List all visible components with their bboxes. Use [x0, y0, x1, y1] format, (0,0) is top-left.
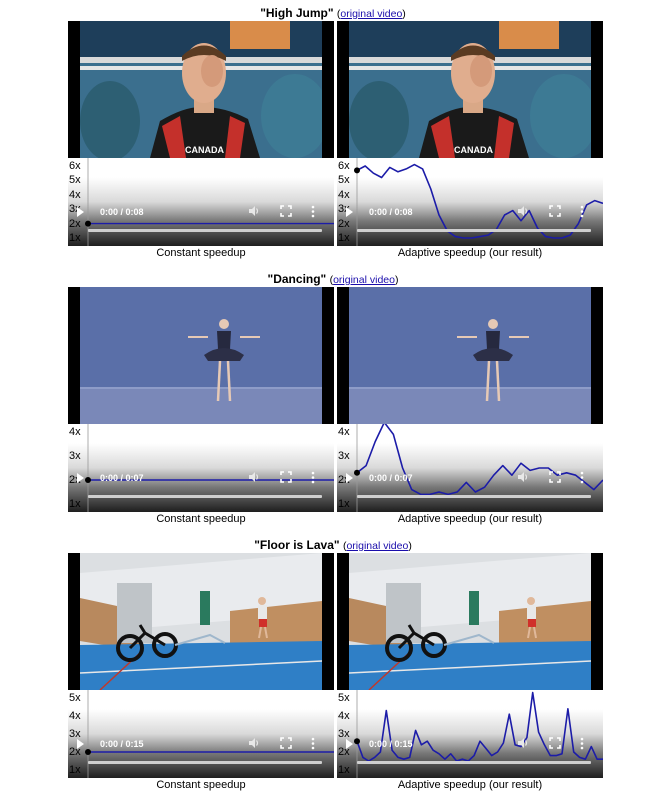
- progress-bar[interactable]: [88, 495, 322, 498]
- caption-constant-speedup: Constant speedup: [156, 513, 246, 525]
- y-axis-tick: 1x: [69, 232, 81, 244]
- more-options-icon[interactable]: [579, 471, 585, 484]
- video-player-adaptive-high-jump[interactable]: CANADA 6x 5x 4x 3x 2x 1x 0:00 / 0:08: [337, 21, 603, 246]
- caption-adaptive-speedup: Adaptive speedup (our result): [397, 513, 543, 525]
- y-axis-tick: 3x: [338, 450, 350, 462]
- fullscreen-icon[interactable]: [280, 737, 292, 749]
- video-time: 0:00 / 0:08: [369, 207, 413, 217]
- more-options-icon[interactable]: [310, 471, 316, 484]
- progress-bar[interactable]: [357, 761, 591, 764]
- fullscreen-icon[interactable]: [549, 205, 561, 217]
- caption-adaptive-speedup: Adaptive speedup (our result): [397, 247, 543, 259]
- play-icon[interactable]: [77, 473, 84, 483]
- section-heading: "High Jump": [260, 6, 334, 20]
- section-heading: "Floor is Lava": [254, 538, 340, 552]
- y-axis-tick: 4x: [69, 188, 81, 201]
- play-icon[interactable]: [346, 739, 353, 749]
- more-options-icon[interactable]: [579, 737, 585, 750]
- progress-bar[interactable]: [88, 229, 322, 232]
- section-title-high-jump: "High Jump" (original video): [260, 6, 406, 20]
- video-player-adaptive-dancing[interactable]: 4x 3x 2x 1x 0:00 / 0:07: [337, 287, 603, 512]
- original-video-link[interactable]: original video: [340, 8, 402, 20]
- volume-icon[interactable]: [248, 737, 260, 749]
- original-video-link[interactable]: original video: [346, 540, 408, 552]
- video-player-adaptive-floor-is-lava[interactable]: 5x 4x 3x 2x 1x 0:00 / 0:15: [337, 553, 603, 778]
- volume-icon[interactable]: [517, 205, 529, 217]
- video-frame: [349, 553, 591, 690]
- more-options-icon[interactable]: [579, 205, 585, 218]
- progress-bar[interactable]: [357, 495, 591, 498]
- progress-bar[interactable]: [357, 229, 591, 232]
- svg-text:CANADA: CANADA: [454, 145, 493, 155]
- fullscreen-icon[interactable]: [280, 205, 292, 217]
- video-player-constant-floor-is-lava[interactable]: 5x 4x 3x 2x 1x 0:00 / 0:15: [68, 553, 334, 778]
- volume-icon[interactable]: [517, 737, 529, 749]
- more-options-icon[interactable]: [310, 737, 316, 750]
- video-frame: [349, 287, 591, 424]
- video-frame: CANADA: [349, 21, 591, 158]
- y-axis-tick: 4x: [338, 426, 350, 438]
- video-player-constant-high-jump[interactable]: CANADA 6x 5x 4x 3x 2x 1x 0:00 / 0:08: [68, 21, 334, 246]
- y-axis-tick: 4x: [338, 710, 350, 722]
- section-title-dancing: "Dancing" (original video): [267, 272, 399, 286]
- original-video-link[interactable]: original video: [333, 274, 395, 286]
- play-icon[interactable]: [77, 739, 84, 749]
- play-icon[interactable]: [346, 473, 353, 483]
- y-axis-tick: 5x: [69, 692, 81, 704]
- y-axis-tick: 1x: [338, 498, 350, 510]
- y-axis-tick: 6x: [338, 160, 350, 172]
- section-heading: "Dancing": [267, 272, 327, 286]
- y-axis-tick: 4x: [69, 426, 81, 438]
- video-time: 0:00 / 0:15: [100, 739, 144, 749]
- fullscreen-icon[interactable]: [549, 737, 561, 749]
- fullscreen-icon[interactable]: [280, 471, 292, 483]
- y-axis-tick: 4x: [69, 710, 81, 722]
- video-frame: [80, 553, 322, 690]
- more-options-icon[interactable]: [310, 205, 316, 218]
- caption-constant-speedup: Constant speedup: [156, 779, 246, 791]
- video-time: 0:00 / 0:07: [100, 473, 144, 483]
- video-time: 0:00 / 0:15: [369, 739, 413, 749]
- volume-icon[interactable]: [248, 205, 260, 217]
- y-axis-tick: 1x: [69, 764, 81, 776]
- video-time: 0:00 / 0:08: [100, 207, 144, 217]
- video-player-constant-dancing[interactable]: 4x 3x 2x 1x 0:00 / 0:07: [68, 287, 334, 512]
- fullscreen-icon[interactable]: [549, 471, 561, 483]
- y-axis-tick: 4x: [338, 188, 350, 201]
- play-icon[interactable]: [77, 207, 84, 217]
- play-icon[interactable]: [346, 207, 353, 217]
- progress-bar[interactable]: [88, 761, 322, 764]
- y-axis-tick: 6x: [69, 160, 81, 172]
- y-axis-tick: 1x: [338, 764, 350, 776]
- volume-icon[interactable]: [248, 471, 260, 483]
- y-axis-tick: 5x: [338, 692, 350, 704]
- y-axis-tick: 5x: [338, 174, 350, 187]
- y-axis-tick: 3x: [69, 450, 81, 462]
- y-axis-tick: 1x: [69, 498, 81, 510]
- section-title-floor-is-lava: "Floor is Lava" (original video): [254, 538, 412, 552]
- svg-text:CANADA: CANADA: [185, 145, 224, 155]
- video-frame: CANADA: [80, 21, 322, 158]
- caption-constant-speedup: Constant speedup: [156, 247, 246, 259]
- y-axis-tick: 5x: [69, 174, 81, 187]
- y-axis-tick: 1x: [338, 232, 350, 244]
- caption-adaptive-speedup: Adaptive speedup (our result): [397, 779, 543, 791]
- video-time: 0:00 / 0:07: [369, 473, 413, 483]
- volume-icon[interactable]: [517, 471, 529, 483]
- video-frame: [80, 287, 322, 424]
